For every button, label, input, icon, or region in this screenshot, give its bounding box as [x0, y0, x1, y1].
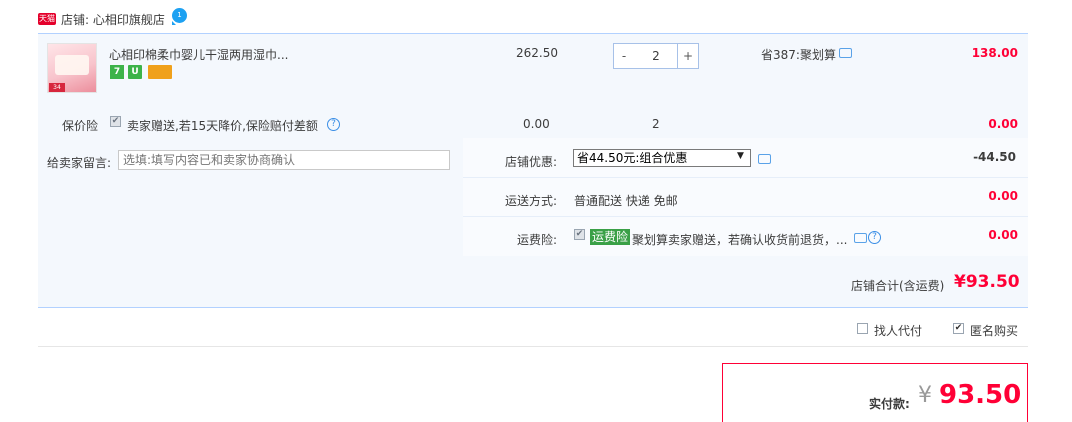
proxy-pay-label[interactable]: 找人代付	[874, 322, 922, 339]
shipping-method-value: 普通配送 快递 免邮	[574, 194, 678, 208]
tmall-logo: 天猫	[38, 13, 56, 25]
payment-amount: 93.50	[939, 380, 1022, 410]
store-discount-label: 店铺优惠:	[504, 155, 557, 169]
anonymous-purchase-label[interactable]: 匿名购买	[970, 322, 1018, 339]
freight-insurance-tag: 运费险	[590, 229, 631, 245]
promotion-text: 省387:聚划算	[761, 48, 836, 62]
discount-amount: -44.50	[973, 150, 1016, 164]
freight-insurance-checkbox[interactable]: ✔	[574, 229, 585, 240]
store-total-label: 店铺合计(含运费)	[851, 279, 945, 293]
insurance-checkbox[interactable]: ✔	[110, 116, 121, 127]
seller-message-label: 给卖家留言:	[47, 156, 112, 170]
item-subtotal: 138.00	[971, 46, 1018, 60]
credit-card-icon[interactable]	[148, 65, 172, 79]
promotion-info-icon[interactable]	[839, 48, 852, 58]
store-name-link[interactable]: 店铺: 心相印旗舰店	[61, 11, 165, 28]
quantity-increase-button[interactable]: +	[677, 43, 699, 69]
insurance-quantity: 2	[652, 117, 660, 131]
unit-price: 262.50	[516, 46, 558, 60]
store-discount-select[interactable]: 省44.50元:组合优惠	[573, 149, 751, 167]
row-divider	[463, 216, 1028, 217]
help-icon[interactable]: ?	[868, 231, 881, 244]
freight-insurance-amount: 0.00	[988, 228, 1018, 242]
anonymous-purchase-checkbox[interactable]: ✔	[953, 323, 964, 334]
insurance-price: 0.00	[523, 117, 550, 131]
row-divider	[463, 177, 1028, 178]
chat-icon[interactable]: 1	[172, 8, 187, 25]
quantity-decrease-button[interactable]: -	[613, 43, 635, 69]
section-divider	[38, 346, 1028, 347]
store-total-amount: ¥93.50	[954, 272, 1020, 292]
proxy-pay-checkbox[interactable]	[857, 323, 868, 334]
insurance-text: 卖家赠送,若15天降价,保险赔付差额	[127, 119, 318, 133]
discount-info-icon[interactable]	[758, 154, 771, 164]
product-thumbnail-graphic	[55, 55, 89, 75]
seven-day-return-icon[interactable]: 7	[110, 65, 124, 79]
payment-label: 实付款:	[869, 397, 910, 411]
product-thumbnail-tag: 34	[49, 83, 65, 92]
freight-insurance-text: 聚划算卖家赠送，若确认收货前退货，...	[632, 233, 848, 247]
freight-insurance-info-icon[interactable]	[854, 233, 867, 243]
shipping-method-label: 运送方式:	[504, 194, 557, 208]
seller-message-input[interactable]	[118, 150, 450, 170]
product-title-link[interactable]: 心相印棉柔巾婴儿干湿两用湿巾...	[109, 46, 288, 63]
currency-symbol: ¥	[918, 383, 932, 408]
dropdown-arrow-icon[interactable]: ▼	[737, 151, 744, 161]
guarantee-icon[interactable]: U	[128, 65, 142, 79]
help-icon[interactable]: ?	[327, 118, 340, 131]
insurance-subtotal: 0.00	[988, 117, 1018, 131]
insurance-label: 保价险	[62, 119, 99, 133]
shipping-amount: 0.00	[988, 189, 1018, 203]
freight-insurance-label: 运费险:	[516, 233, 557, 247]
quantity-input[interactable]: 2	[634, 43, 678, 69]
